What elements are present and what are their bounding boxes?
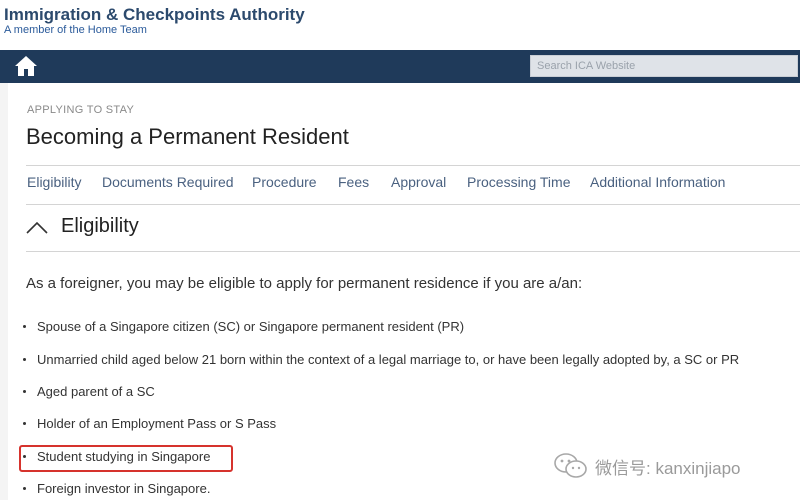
list-item: Unmarried child aged below 21 born withi… bbox=[23, 352, 739, 367]
bullet-icon bbox=[23, 487, 26, 491]
divider bbox=[26, 204, 800, 205]
page-title: Becoming a Permanent Resident bbox=[26, 124, 349, 149]
left-strip bbox=[0, 83, 8, 500]
tab-documents-required[interactable]: Documents Required bbox=[102, 174, 234, 190]
list-item-text: Foreign investor in Singapore. bbox=[37, 481, 211, 496]
tab-fees[interactable]: Fees bbox=[338, 174, 369, 190]
site-subtitle: A member of the Home Team bbox=[4, 24, 147, 36]
list-item-text: Holder of an Employment Pass or S Pass bbox=[37, 416, 277, 431]
highlight-box bbox=[19, 445, 233, 472]
list-item: Holder of an Employment Pass or S Pass bbox=[23, 416, 276, 431]
bullet-icon bbox=[23, 358, 26, 362]
wechat-icon bbox=[554, 453, 587, 478]
tab-additional-information[interactable]: Additional Information bbox=[590, 174, 725, 190]
list-item: Aged parent of a SC bbox=[23, 384, 155, 399]
tab-eligibility[interactable]: Eligibility bbox=[27, 174, 81, 190]
divider bbox=[26, 251, 800, 252]
bullet-icon bbox=[23, 390, 26, 394]
site-header: Immigration & Checkpoints Authority A me… bbox=[0, 0, 800, 50]
section-title: Eligibility bbox=[61, 215, 139, 237]
watermark: 微信号: kanxinjiapo bbox=[553, 449, 793, 483]
bullet-icon bbox=[23, 422, 26, 426]
home-button[interactable] bbox=[12, 54, 40, 78]
home-icon bbox=[15, 56, 37, 76]
site-title[interactable]: Immigration & Checkpoints Authority bbox=[4, 5, 305, 25]
tab-processing-time[interactable]: Processing Time bbox=[467, 174, 570, 190]
bullet-icon bbox=[23, 325, 26, 329]
list-item: Foreign investor in Singapore. bbox=[23, 481, 210, 496]
chevron-up-icon[interactable] bbox=[26, 222, 48, 234]
tab-procedure[interactable]: Procedure bbox=[252, 174, 317, 190]
main-content: APPLYING TO STAY Becoming a Permanent Re… bbox=[8, 83, 800, 500]
intro-text: As a foreigner, you may be eligible to a… bbox=[26, 275, 583, 292]
list-item-text: Spouse of a Singapore citizen (SC) or Si… bbox=[37, 319, 465, 334]
breadcrumb[interactable]: APPLYING TO STAY bbox=[27, 104, 134, 116]
list-item: Spouse of a Singapore citizen (SC) or Si… bbox=[23, 319, 464, 334]
list-item-text: Aged parent of a SC bbox=[37, 384, 155, 399]
tab-approval[interactable]: Approval bbox=[391, 174, 446, 190]
divider bbox=[26, 165, 800, 166]
search-input[interactable] bbox=[530, 55, 798, 77]
list-item-text: Unmarried child aged below 21 born withi… bbox=[37, 352, 740, 367]
watermark-text: 微信号: kanxinjiapo bbox=[595, 458, 741, 478]
